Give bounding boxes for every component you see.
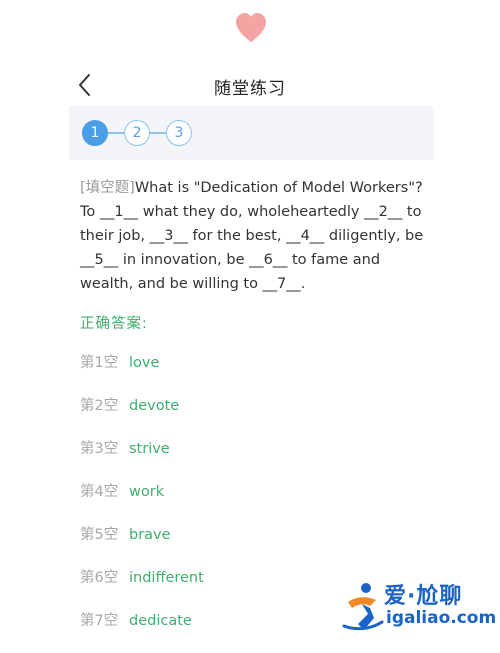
answer-row: 第2空 devote (80, 395, 204, 438)
answer-row: 第5空 brave (80, 524, 204, 567)
answer-blank-label: 第3空 (80, 441, 119, 457)
answer-row: 第6空 indifferent (80, 567, 204, 610)
answer-row: 第4空 work (80, 481, 204, 524)
answer-blank-label: 第2空 (80, 398, 119, 414)
answer-list: 第1空 love 第2空 devote 第3空 strive 第4空 work … (80, 352, 204, 653)
question-body: What is "Dedication of Model Workers"? T… (80, 180, 424, 292)
answer-blank-label: 第7空 (80, 613, 119, 629)
question-text: [填空题]What is "Dedication of Model Worker… (80, 176, 430, 296)
answer-value: indifferent (129, 570, 204, 586)
heart-icon (236, 13, 266, 42)
correct-answer-heading: 正确答案: (80, 316, 148, 332)
header-bar: 随堂练习 (0, 62, 500, 108)
answer-blank-label: 第5空 (80, 527, 119, 543)
step-1-button[interactable]: 1 (82, 120, 108, 146)
step-2-button[interactable]: 2 (124, 120, 150, 146)
answer-blank-label: 第1空 (80, 355, 119, 371)
question-type-tag: [填空题] (80, 180, 135, 196)
answer-row: 第3空 strive (80, 438, 204, 481)
watermark-url: igaliao.com (386, 608, 497, 628)
answer-value: brave (129, 527, 171, 543)
answer-blank-label: 第4空 (80, 484, 119, 500)
step-3-button[interactable]: 3 (166, 120, 192, 146)
answer-value: love (129, 355, 160, 371)
answer-value: strive (129, 441, 170, 457)
watermark-site-name: 爱·尬聊 (384, 584, 463, 609)
answer-value: work (129, 484, 165, 500)
step-indicator: 1 2 3 (82, 118, 192, 148)
step-connector (150, 132, 166, 134)
runner-logo-icon (342, 583, 384, 631)
site-watermark: 爱·尬聊 igaliao.com (340, 578, 500, 638)
question-step-bar: 1 2 3 (69, 106, 434, 160)
step-connector (108, 132, 124, 134)
page-title: 随堂练习 (214, 79, 286, 99)
answer-value: dedicate (129, 613, 192, 629)
answer-value: devote (129, 398, 180, 414)
answer-blank-label: 第6空 (80, 570, 119, 586)
answer-row: 第1空 love (80, 352, 204, 395)
